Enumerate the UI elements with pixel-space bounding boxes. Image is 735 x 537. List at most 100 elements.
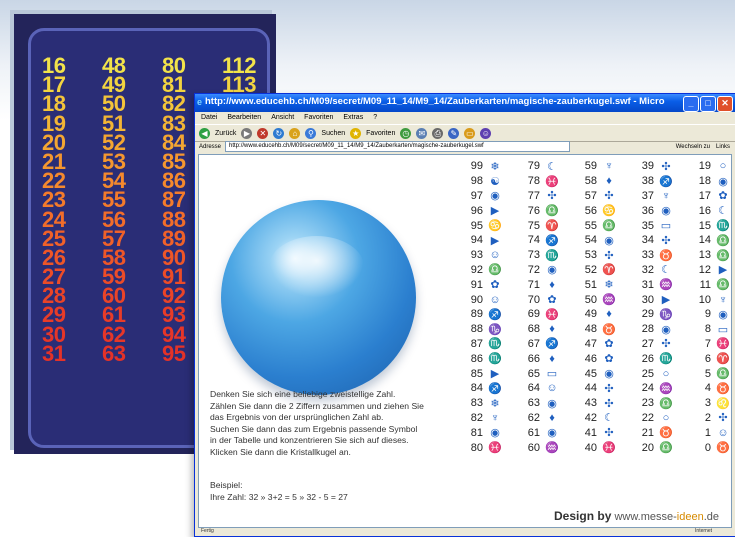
symbol-cell: 86 ♏	[465, 351, 522, 366]
history-icon[interactable]: ◷	[400, 127, 412, 139]
zodiac-symbol-icon: ▶	[490, 205, 500, 218]
symbol-number: 23	[641, 397, 654, 410]
instruction-line: Zählen Sie dann die 2 Ziffern zusammen u…	[210, 400, 424, 411]
favorites-star-icon[interactable]: ★	[350, 127, 362, 139]
symbol-number: 22	[641, 411, 654, 424]
symbol-number: 49	[584, 308, 597, 321]
menu-item[interactable]: Bearbeiten	[227, 112, 261, 124]
menu-item[interactable]: ?	[373, 112, 377, 124]
symbol-cell: 73 ♏	[522, 248, 579, 263]
menu-item[interactable]: Favoriten	[304, 112, 333, 124]
crystal-ball[interactable]	[221, 200, 416, 395]
symbol-cell: 27 ✣	[636, 337, 693, 352]
zodiac-symbol-icon: ♒	[659, 279, 673, 292]
minimize-button[interactable]: _	[683, 96, 699, 112]
menu-item[interactable]: Extras	[343, 112, 363, 124]
symbol-number: 18	[698, 175, 711, 188]
symbol-number: 78	[527, 175, 540, 188]
stop-icon[interactable]: ✕	[257, 127, 269, 139]
symbol-number: 72	[527, 263, 540, 276]
zodiac-symbol-icon: ✿	[604, 338, 614, 351]
back-button-label[interactable]: Zurück	[215, 130, 236, 137]
zodiac-symbol-icon: ♎	[659, 397, 673, 410]
forward-arrow-icon[interactable]: ▶	[241, 127, 253, 139]
card-number: 63	[102, 340, 126, 366]
symbol-cell: 64 ☺	[522, 381, 579, 396]
symbol-cell: 96 ▶	[465, 203, 522, 218]
symbol-number: 9	[704, 308, 711, 321]
zodiac-symbol-icon: ♈	[716, 353, 730, 366]
menu-bar: Datei Bearbeiten Ansicht Favoriten Extras?	[195, 112, 735, 124]
zodiac-symbol-icon: ♉	[659, 427, 673, 440]
edit-icon[interactable]: ✎	[448, 127, 460, 139]
symbol-number: 46	[584, 352, 597, 365]
go-button[interactable]: Wechseln zu	[676, 144, 710, 150]
symbol-number: 57	[584, 189, 597, 202]
back-arrow-icon[interactable]: ◀	[199, 127, 210, 139]
refresh-icon[interactable]: ↻	[273, 127, 285, 139]
symbol-cell: 37 ♆	[636, 189, 693, 204]
zodiac-symbol-icon: ☺	[489, 293, 501, 306]
zodiac-symbol-icon: ♆	[490, 411, 500, 424]
symbol-number: 80	[470, 441, 483, 454]
print-icon[interactable]: ⎙	[432, 127, 444, 139]
symbol-number: 41	[584, 426, 597, 439]
symbol-number: 87	[470, 337, 483, 350]
symbol-number: 47	[584, 337, 597, 350]
symbol-cell: 60 ♒	[522, 440, 579, 455]
zodiac-symbol-icon: ☺	[489, 249, 501, 262]
symbol-number: 45	[584, 367, 597, 380]
folder-icon[interactable]: ▭	[464, 127, 476, 139]
card-number: 31	[42, 340, 66, 366]
symbol-number: 13	[698, 249, 711, 262]
symbol-number: 97	[470, 189, 483, 202]
symbol-number: 74	[527, 234, 540, 247]
mail-icon[interactable]: ✉	[416, 127, 428, 139]
address-input[interactable]: http://www.educehb.ch/M09/secret/M09_11_…	[225, 141, 571, 152]
zodiac-symbol-icon: ♎	[716, 249, 730, 262]
symbol-cell: 95 ♋	[465, 218, 522, 233]
zodiac-symbol-icon: ✿	[490, 279, 500, 292]
symbol-cell: 53 ✣	[579, 248, 636, 263]
symbol-cell: 75 ♈	[522, 218, 579, 233]
symbol-number: 53	[584, 249, 597, 262]
symbol-cell: 42 ☾	[579, 411, 636, 426]
symbol-number: 71	[527, 278, 540, 291]
zodiac-symbol-icon: ♎	[716, 234, 730, 247]
zodiac-symbol-icon: ♓	[545, 175, 559, 188]
symbol-number: 12	[698, 263, 711, 276]
symbol-cell: 61 ◉	[522, 425, 579, 440]
zodiac-symbol-icon: ♏	[716, 220, 730, 233]
symbol-number: 6	[704, 352, 711, 365]
zodiac-symbol-icon: ♓	[716, 338, 730, 351]
symbol-number: 61	[527, 426, 540, 439]
links-button[interactable]: Links	[716, 144, 730, 150]
symbol-number: 63	[527, 397, 540, 410]
symbol-number: 20	[641, 441, 654, 454]
zodiac-symbol-icon: ▶	[490, 368, 500, 381]
title-bar[interactable]: e http://www.educehb.ch/M09/secret/M09_1…	[195, 94, 735, 112]
address-bar-right: Wechseln zu Links	[676, 144, 730, 150]
zodiac-symbol-icon: ☾	[661, 264, 671, 277]
maximize-button[interactable]: □	[700, 96, 716, 112]
symbol-cell: 1 ☺	[693, 425, 735, 440]
symbol-cell: 57 ✣	[579, 189, 636, 204]
symbol-cell: 2 ✣	[693, 411, 735, 426]
messenger-icon[interactable]: ☺	[480, 127, 492, 139]
menu-item[interactable]: Datei	[201, 112, 217, 124]
symbol-cell: 90 ☺	[465, 292, 522, 307]
favorites-button-label[interactable]: Favoriten	[366, 130, 395, 137]
symbol-cell: 78 ♓	[522, 174, 579, 189]
menu-item[interactable]: Ansicht	[271, 112, 294, 124]
symbol-number: 8	[704, 323, 711, 336]
symbol-cell: 44 ✣	[579, 381, 636, 396]
search-button-label[interactable]: Suchen	[321, 130, 345, 137]
zodiac-symbol-icon: ◉	[661, 323, 671, 336]
symbol-cell: 10 ♆	[693, 292, 735, 307]
home-icon[interactable]: ⌂	[289, 127, 301, 139]
symbol-number: 73	[527, 249, 540, 262]
symbol-cell: 72 ◉	[522, 263, 579, 278]
close-button[interactable]: ✕	[717, 96, 733, 112]
symbol-cell: 52 ♈	[579, 263, 636, 278]
search-icon[interactable]: ⚲	[305, 127, 317, 139]
